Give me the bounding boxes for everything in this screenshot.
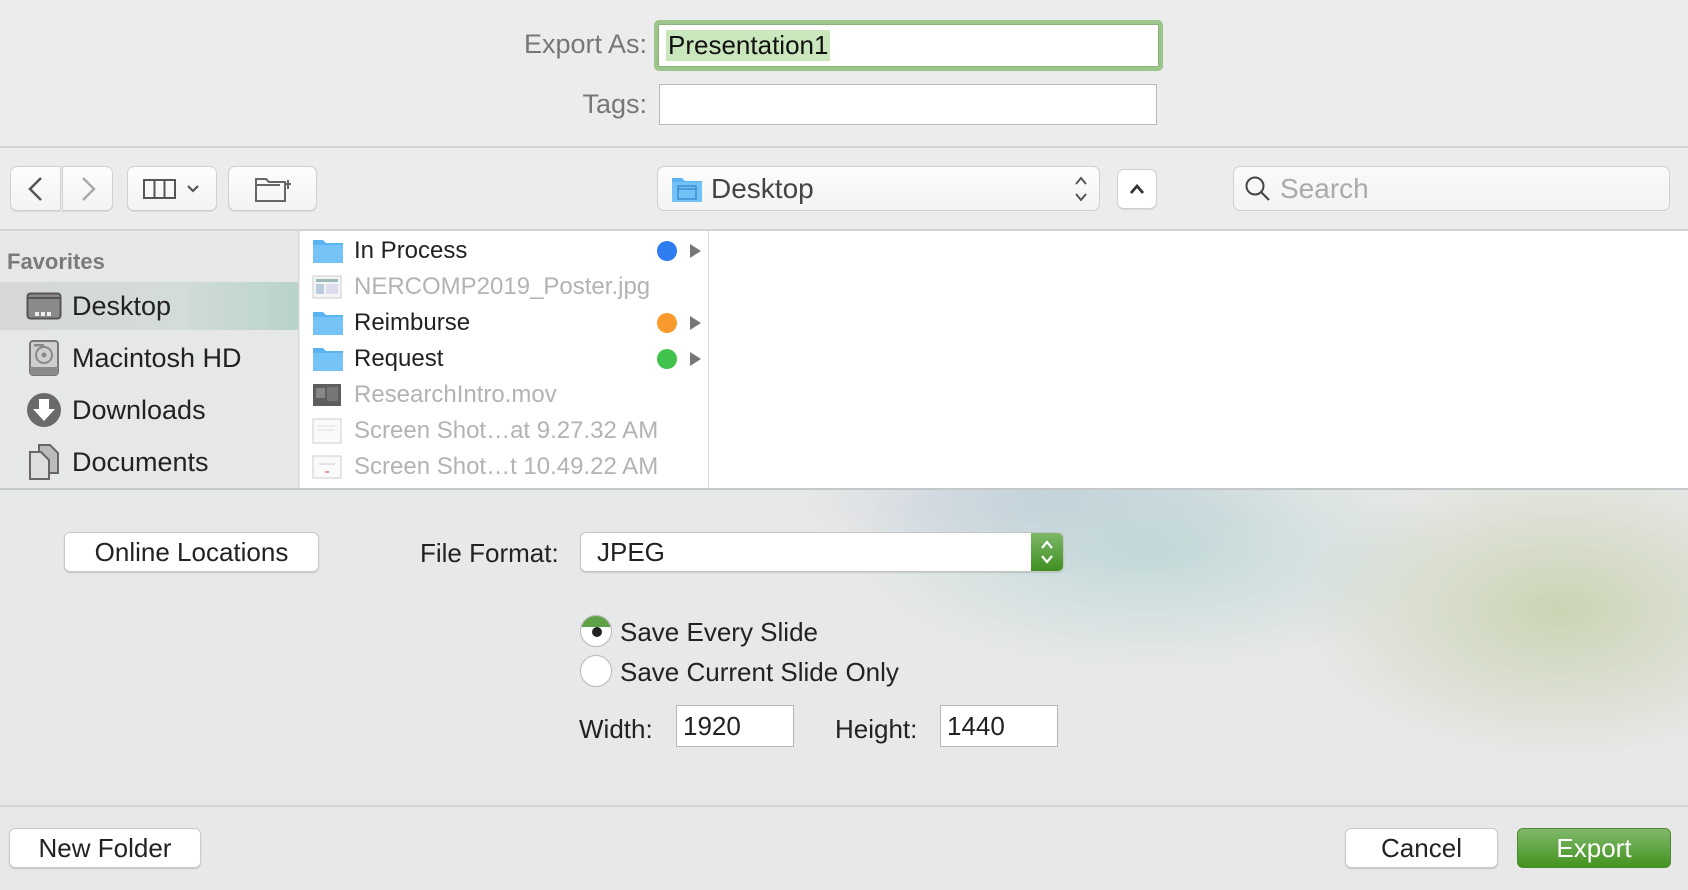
- blue-tag-dot: [657, 241, 677, 261]
- hard-drive-icon: [24, 338, 64, 378]
- width-field[interactable]: 1920: [676, 705, 794, 747]
- folder-icon: [312, 237, 344, 265]
- image-file-icon: [312, 273, 344, 301]
- movie-file-icon: [312, 381, 344, 409]
- new-folder-button[interactable]: New Folder: [9, 828, 201, 868]
- sidebar-item-desktop[interactable]: Desktop: [0, 282, 298, 330]
- sidebar-item-downloads[interactable]: Downloads: [0, 386, 298, 434]
- file-row-in-process[interactable]: In Process: [300, 233, 708, 269]
- sidebar-heading: Favorites: [7, 249, 105, 274]
- view-mode-button[interactable]: [127, 166, 217, 211]
- disclosure-triangle-icon: [690, 352, 701, 366]
- file-format-label: File Format:: [420, 538, 559, 568]
- file-row-reimburse[interactable]: Reimburse: [300, 305, 708, 341]
- height-field[interactable]: 1440: [940, 705, 1058, 747]
- file-name: NERCOMP2019_Poster.jpg: [354, 273, 651, 300]
- sidebar-item-label: Desktop: [72, 290, 172, 321]
- save-current-slide-radio[interactable]: [580, 655, 612, 687]
- save-every-slide-label: Save Every Slide: [620, 617, 818, 647]
- search-field[interactable]: Search: [1233, 166, 1670, 211]
- search-icon: [1245, 176, 1270, 201]
- save-current-slide-label: Save Current Slide Only: [620, 657, 899, 687]
- location-label: Desktop: [711, 172, 814, 204]
- up-down-chevron-icon: [1075, 175, 1087, 202]
- file-name: Screen Shot…t 10.49.22 AM: [354, 453, 659, 480]
- collapse-browser-button[interactable]: [1117, 169, 1157, 209]
- file-name: Reimburse: [354, 309, 471, 336]
- file-row-screenshot-2: Screen Shot…t 10.49.22 AM: [300, 449, 708, 485]
- search-placeholder: Search: [1280, 172, 1369, 204]
- save-every-slide-radio[interactable]: [580, 615, 612, 647]
- sidebar-item-documents[interactable]: Documents: [0, 438, 298, 486]
- file-format-popup[interactable]: JPEG: [580, 532, 1064, 572]
- orange-tag-dot: [657, 313, 677, 333]
- chevron-left-icon: [27, 176, 42, 201]
- popup-stepper: [1031, 533, 1063, 571]
- online-locations-button[interactable]: Online Locations: [64, 532, 319, 572]
- chevron-down-icon: [187, 184, 199, 193]
- file-name: Request: [354, 345, 444, 372]
- file-row-nercomp-poster: NERCOMP2019_Poster.jpg: [300, 269, 708, 305]
- file-name: Screen Shot…at 9.27.32 AM: [354, 417, 659, 444]
- disclosure-triangle-icon: [690, 244, 701, 258]
- folder-plus-icon: [254, 177, 291, 202]
- width-label: Width:: [579, 714, 653, 744]
- green-tag-dot: [657, 349, 677, 369]
- chevron-right-icon: [81, 176, 96, 201]
- disclosure-triangle-icon: [690, 316, 701, 330]
- file-row-research-intro: ResearchIntro.mov: [300, 377, 708, 413]
- export-button[interactable]: Export: [1517, 828, 1671, 868]
- documents-icon: [24, 442, 64, 482]
- cancel-button[interactable]: Cancel: [1345, 828, 1498, 868]
- back-button[interactable]: [10, 166, 61, 211]
- folder-icon: [312, 309, 344, 337]
- downloads-icon: [24, 390, 64, 430]
- chevron-up-icon: [1129, 183, 1145, 194]
- export-as-label: Export As:: [523, 29, 647, 59]
- image-file-icon: [312, 417, 344, 445]
- sidebar-item-label: Macintosh HD: [72, 342, 242, 373]
- sidebar-item-macintosh-hd[interactable]: Macintosh HD: [0, 334, 298, 382]
- empty-column: [709, 231, 1688, 488]
- file-format-value: JPEG: [597, 536, 665, 567]
- file-name: ResearchIntro.mov: [354, 381, 557, 408]
- desktop-folder-icon: [672, 177, 702, 202]
- tags-label: Tags:: [582, 89, 647, 119]
- new-folder-toolbar-button[interactable]: [228, 166, 317, 211]
- file-row-screenshot-1: Screen Shot…at 9.27.32 AM: [300, 413, 708, 449]
- forward-button[interactable]: [62, 166, 113, 211]
- folder-icon: [312, 345, 344, 373]
- desktop-icon: [24, 286, 64, 326]
- export-as-focus-ring: Presentation1: [654, 20, 1163, 71]
- file-name: In Process: [354, 237, 468, 264]
- file-list-column: In Process NERCOMP2019_Poster.jpg Reimbu…: [300, 231, 709, 488]
- sidebar: Favorites Desktop Macintosh HD Downloads…: [0, 231, 299, 488]
- column-view-icon: [143, 178, 176, 199]
- height-label: Height:: [835, 714, 918, 744]
- location-popup[interactable]: Desktop: [657, 166, 1100, 211]
- image-file-icon: [312, 453, 344, 481]
- file-row-request[interactable]: Request: [300, 341, 708, 377]
- sidebar-item-label: Downloads: [72, 394, 206, 425]
- tags-field[interactable]: [659, 84, 1157, 125]
- export-as-field[interactable]: Presentation1: [658, 24, 1159, 67]
- sidebar-item-label: Documents: [72, 446, 209, 477]
- export-as-value: Presentation1: [666, 30, 831, 61]
